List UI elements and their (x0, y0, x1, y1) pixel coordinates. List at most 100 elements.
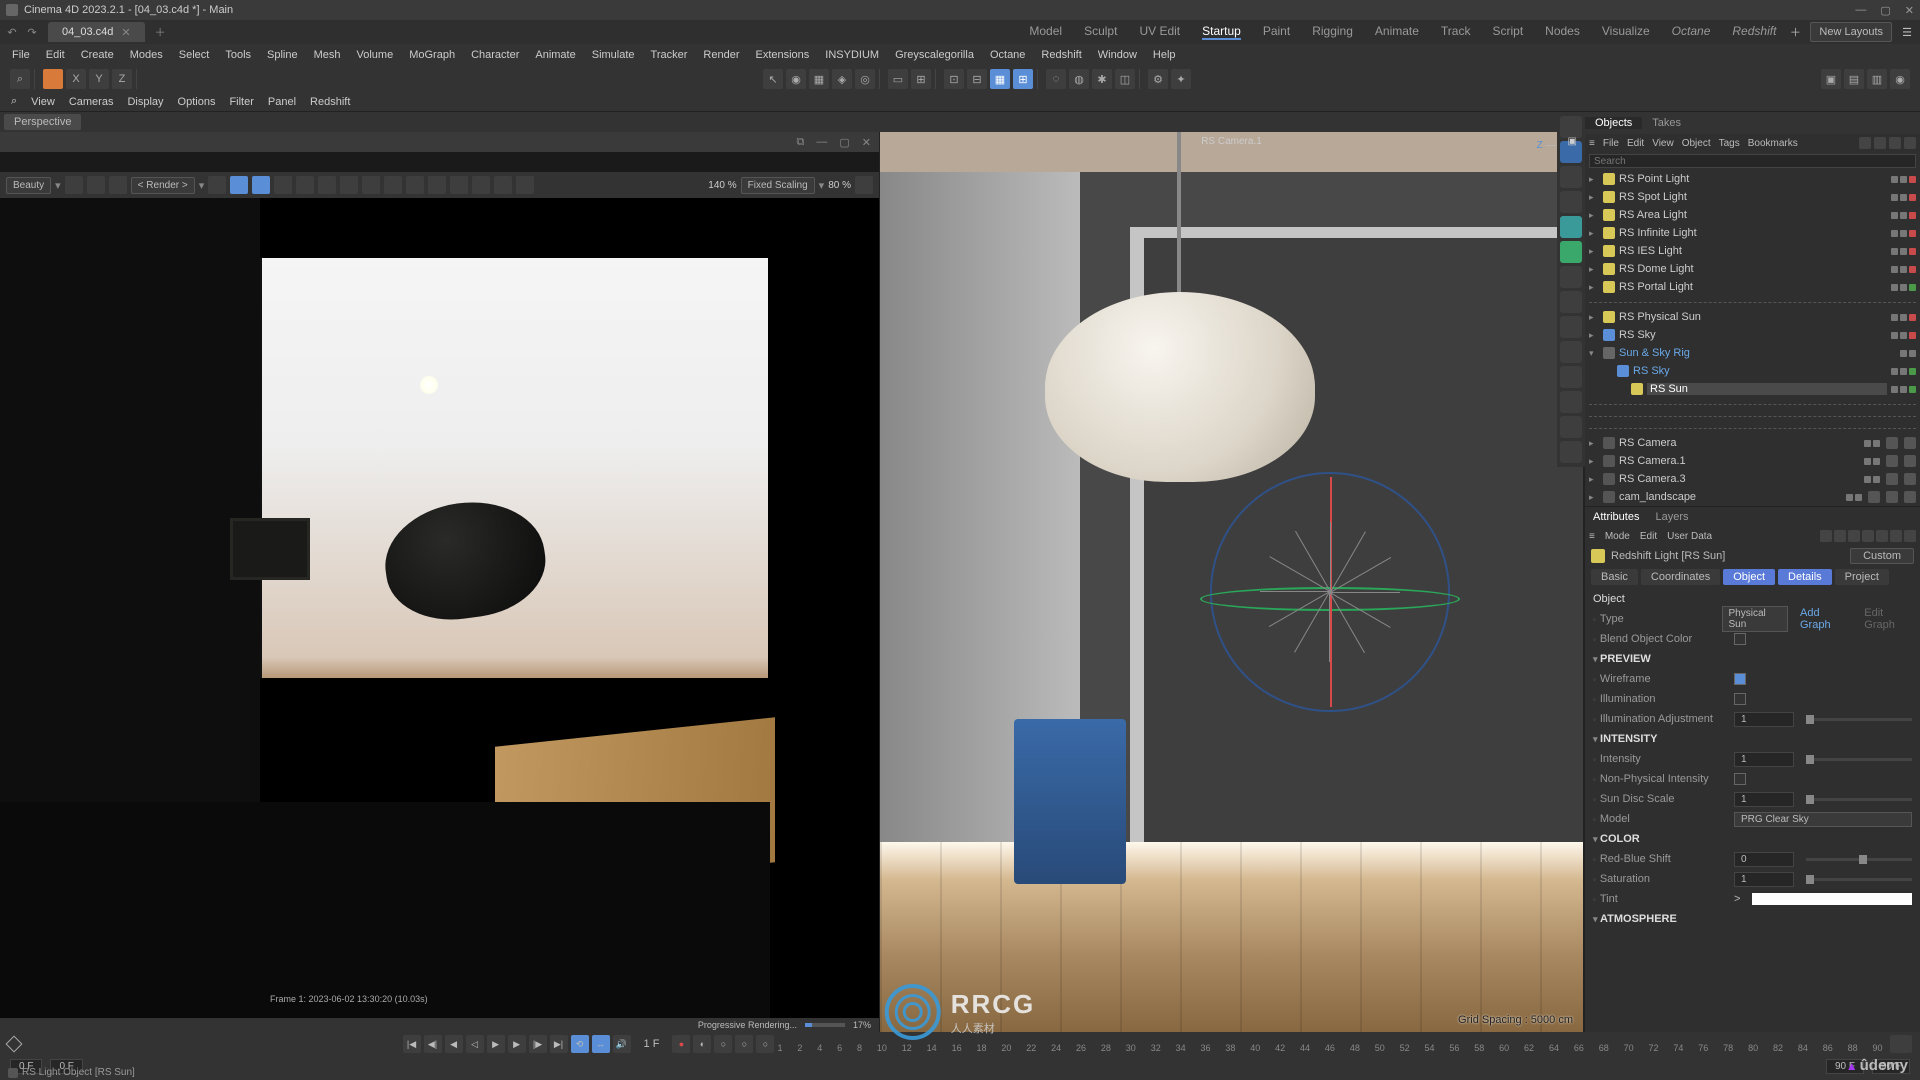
objmenu-ic1[interactable] (1859, 137, 1871, 149)
rv-btn-f[interactable] (340, 176, 358, 194)
mode-uv-edit[interactable]: UV Edit (1139, 24, 1180, 40)
tl-next-frame[interactable]: ▶ (508, 1035, 526, 1053)
timeline-ruler[interactable]: 1246810121416182022242628303234363840424… (777, 1035, 1883, 1053)
attrmenu-ic-x[interactable] (1904, 530, 1916, 542)
mode-model[interactable]: Model (1029, 24, 1062, 40)
rv-btn-g[interactable] (362, 176, 380, 194)
mode-rigging[interactable]: Rigging (1312, 24, 1353, 40)
rv-btn-c[interactable] (274, 176, 292, 194)
tl-key-p[interactable]: ○ (714, 1035, 732, 1053)
mode-track[interactable]: Track (1441, 24, 1471, 40)
view-menu-options[interactable]: Options (171, 96, 223, 108)
render-dropdown[interactable]: < Render > (131, 177, 195, 194)
tl-prev-frame[interactable]: ◀ (445, 1035, 463, 1053)
mode-redshift[interactable]: Redshift (1732, 24, 1776, 40)
maximize-icon[interactable]: ▢ (1880, 4, 1890, 17)
palette-misc2[interactable] (1560, 391, 1582, 413)
minimize-icon[interactable]: — (1855, 4, 1866, 17)
attr-tab-basic[interactable]: Basic (1591, 569, 1638, 585)
rv-btn-n[interactable] (516, 176, 534, 194)
tool-poly-icon[interactable]: ◈ (832, 69, 852, 89)
tool-cursor[interactable]: ↖ (763, 69, 783, 89)
attr-tab-project[interactable]: Project (1835, 569, 1889, 585)
rv-max-icon[interactable]: ▢ (839, 136, 849, 149)
rv-settings-icon[interactable] (855, 176, 873, 194)
rv-extern-icon[interactable]: ⧉ (797, 136, 805, 149)
menu-simulate[interactable]: Simulate (584, 49, 643, 61)
tl-key-s[interactable]: ○ (735, 1035, 753, 1053)
tool-render1[interactable]: ▣ (1821, 69, 1841, 89)
tab-layers[interactable]: Layers (1647, 511, 1696, 523)
menu-volume[interactable]: Volume (349, 49, 402, 61)
perspective-tab[interactable]: Perspective (4, 114, 81, 130)
new-tab-button[interactable]: ＋ (147, 24, 174, 40)
view-search-icon[interactable]: ⌕ (4, 95, 24, 108)
palette-misc1[interactable] (1560, 366, 1582, 388)
object-item[interactable]: ▸RS Camera (1585, 434, 1920, 452)
tool-axis-y[interactable]: Y (89, 69, 109, 89)
menu-modes[interactable]: Modes (122, 49, 171, 61)
object-item[interactable]: ▸RS Infinite Light (1585, 224, 1920, 242)
tool-gear-icon[interactable]: ⚙ (1148, 69, 1168, 89)
palette-env[interactable] (1560, 316, 1582, 338)
add-layout-button[interactable]: ＋ (1786, 23, 1804, 41)
scaling-dropdown[interactable]: Fixed Scaling (741, 177, 815, 194)
object-item[interactable]: ▾Sun & Sky Rig (1585, 344, 1920, 362)
rv-btn-b[interactable] (252, 176, 270, 194)
attr-saturation-slider[interactable] (1806, 878, 1912, 881)
tool-snap2[interactable]: ⊟ (967, 69, 987, 89)
add-graph-link[interactable]: Add Graph (1800, 607, 1848, 631)
rv-close-icon[interactable]: ✕ (862, 136, 871, 149)
attr-tint-swatch[interactable] (1752, 893, 1912, 905)
tool-render4[interactable]: ◉ (1890, 69, 1910, 89)
menu-render[interactable]: Render (695, 49, 747, 61)
objmenu-edit[interactable]: Edit (1627, 138, 1644, 149)
attrmenu-ic-back[interactable] (1820, 530, 1832, 542)
objmenu-tags[interactable]: Tags (1719, 138, 1740, 149)
object-item[interactable]: ▸RS Camera.1 (1585, 452, 1920, 470)
tool-ring4[interactable]: ◫ (1115, 69, 1135, 89)
current-frame[interactable]: 1 F (634, 1038, 670, 1050)
tool-live-select[interactable] (43, 69, 63, 89)
rv-btn-k[interactable] (450, 176, 468, 194)
attrmenu-ic-c[interactable] (1890, 530, 1902, 542)
tool-globe-icon[interactable]: ◉ (786, 69, 806, 89)
tl-goto-start[interactable]: |◀ (403, 1035, 421, 1053)
rv-btn-d[interactable] (296, 176, 314, 194)
objmenu-ic4[interactable] (1904, 137, 1916, 149)
rv-btn-i[interactable] (406, 176, 424, 194)
objects-tree[interactable]: ▸RS Point Light▸RS Spot Light▸RS Area Li… (1585, 170, 1920, 506)
menu-select[interactable]: Select (171, 49, 218, 61)
view-menu-cameras[interactable]: Cameras (62, 96, 121, 108)
object-item[interactable]: ▸RS Sky (1585, 326, 1920, 344)
tl-play[interactable]: ▶ (487, 1035, 505, 1053)
tl-loop[interactable]: ⟲ (571, 1035, 589, 1053)
object-item[interactable]: RS Sky (1585, 362, 1920, 380)
attrmenu-edit[interactable]: Edit (1640, 531, 1657, 542)
tool-axis-x[interactable]: X (66, 69, 86, 89)
object-item[interactable]: ▸RS Portal Light (1585, 278, 1920, 296)
section-preview[interactable]: PREVIEW (1593, 649, 1912, 669)
tool-render3[interactable]: ▥ (1867, 69, 1887, 89)
attr-intensity-value[interactable]: 1 (1734, 752, 1794, 767)
attr-tab-details[interactable]: Details (1778, 569, 1832, 585)
tool-search-icon[interactable]: ⌕ (10, 69, 30, 89)
menu-edit[interactable]: Edit (38, 49, 73, 61)
tl-key-r[interactable]: ○ (756, 1035, 774, 1053)
palette-field[interactable] (1560, 216, 1582, 238)
object-item[interactable]: ▸RS Area Light (1585, 206, 1920, 224)
menu-file[interactable]: File (4, 49, 38, 61)
render-canvas[interactable]: Frame 1: 2023-06-02 13:30:20 (10.03s) Pr… (0, 198, 879, 1032)
tool-ring2[interactable]: ◍ (1069, 69, 1089, 89)
rv-btn-lock[interactable] (65, 176, 83, 194)
redo-icon[interactable]: ↷ (24, 24, 40, 40)
objmenu-view[interactable]: View (1652, 138, 1674, 149)
palette-deform[interactable] (1560, 241, 1582, 263)
rv-btn-play[interactable] (208, 176, 226, 194)
menu-create[interactable]: Create (73, 49, 122, 61)
tool-render2[interactable]: ▤ (1844, 69, 1864, 89)
tool-prim-icon[interactable]: ◎ (855, 69, 875, 89)
rv-btn-crop[interactable] (109, 176, 127, 194)
menu-animate[interactable]: Animate (527, 49, 583, 61)
close-icon[interactable]: ✕ (1905, 4, 1914, 17)
